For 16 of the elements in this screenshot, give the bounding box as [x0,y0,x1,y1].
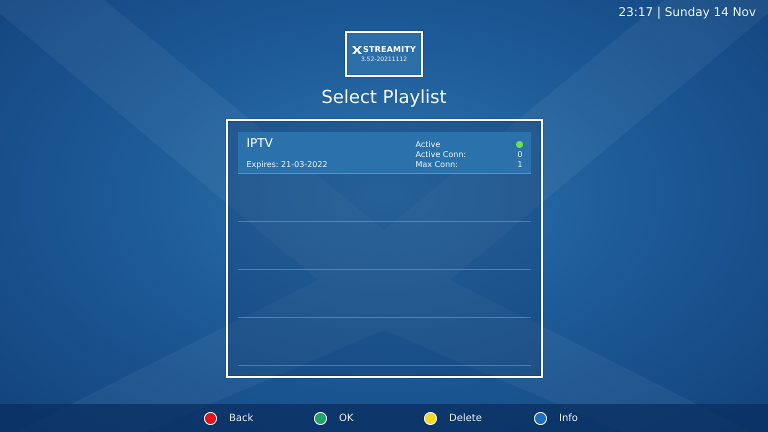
color-key-button[interactable]: Delete [424,412,534,424]
status-label: Active [416,140,442,149]
color-key-button[interactable]: Back [204,412,314,424]
clock-text: 23:17 | Sunday 14 Nov [618,5,756,21]
playlist-row[interactable]: IPTV Expires: 21-03-2022 Active Active Conn: 0 Max Conn: 1 [238,132,530,174]
active-conn-label: Active Conn: [416,150,468,159]
logo-mark-icon [352,46,362,54]
page-title: Select Playlist [321,87,447,108]
playlist-name: IPTV [246,136,274,150]
expiry-text: Expires: 21-03-2022 [246,160,328,169]
color-key-button[interactable]: Info [534,412,644,424]
color-key-button[interactable]: OK [314,412,424,424]
logo-name: STREAMITY [362,45,416,54]
max-conn-label: Max Conn: [416,160,459,169]
max-conn-value: 1 [517,160,522,169]
active-conn-value: 0 [517,150,522,159]
